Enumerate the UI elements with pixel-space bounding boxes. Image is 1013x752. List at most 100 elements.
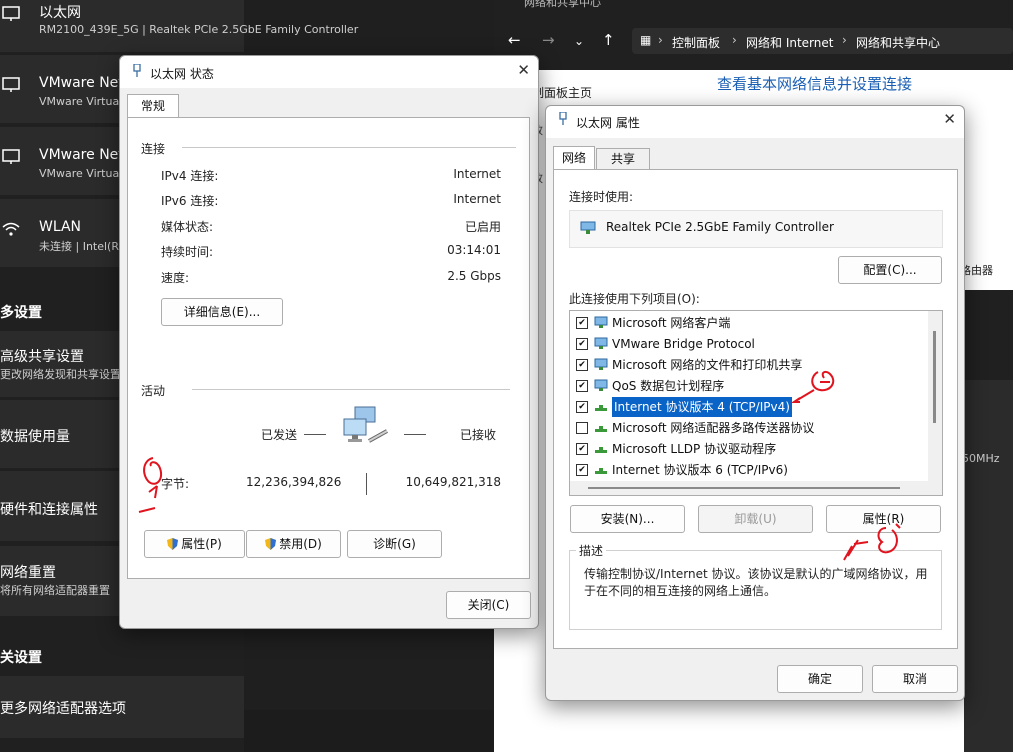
- adapter-name: Realtek PCIe 2.5GbE Family Controller: [606, 220, 834, 234]
- properties-button[interactable]: 属性(P): [144, 530, 245, 558]
- items-label: 此连接使用下列项目(O):: [569, 292, 700, 306]
- monitor-icon: [2, 149, 20, 164]
- address-bar[interactable]: ▦ › 控制面板 › 网络和 Internet › 网络和共享中心: [632, 28, 1013, 54]
- dialog-titlebar: 以太网 状态 ✕: [120, 56, 538, 88]
- back-arrow-icon[interactable]: ←: [508, 31, 521, 49]
- duration-value: 03:14:01: [447, 243, 501, 257]
- frequency-text-fragment: 50MHz: [962, 452, 1000, 465]
- checkbox-unchecked[interactable]: [576, 422, 588, 434]
- section-heading-more: 多设置: [0, 305, 42, 321]
- list-item-label: Internet 协议版本 6 (TCP/IPv6): [612, 463, 788, 477]
- breadcrumb-item[interactable]: 控制面板: [672, 34, 720, 51]
- checkbox-checked[interactable]: ✔: [576, 359, 588, 371]
- monitor-icon: [2, 77, 20, 92]
- group-label-connection: 连接: [141, 140, 170, 157]
- checkbox-checked[interactable]: ✔: [576, 464, 588, 476]
- tab-networking[interactable]: 网络: [553, 146, 595, 169]
- breadcrumb-item[interactable]: 网络和共享中心: [856, 34, 940, 51]
- connect-using-label: 连接时使用:: [569, 190, 634, 204]
- network-adapter-icon: [559, 112, 567, 125]
- checkbox-checked[interactable]: ✔: [576, 401, 588, 413]
- networking-panel: 连接时使用: Realtek PCIe 2.5GbE Family Contro…: [553, 169, 958, 649]
- disable-button[interactable]: 禁用(D): [246, 530, 341, 558]
- row-title: 硬件和连接属性: [0, 502, 98, 518]
- list-item-label: Microsoft 网络客户端: [612, 316, 731, 330]
- checkbox-checked[interactable]: ✔: [576, 380, 588, 392]
- network-computers-icon: [343, 406, 388, 443]
- forward-arrow-icon[interactable]: →: [542, 31, 555, 49]
- row-title: 更多网络适配器选项: [0, 701, 126, 717]
- configure-button[interactable]: 配置(C)...: [838, 256, 942, 284]
- speed-label: 速度:: [161, 271, 190, 285]
- item-properties-button[interactable]: 属性(R): [826, 505, 941, 533]
- tab-general[interactable]: 常规: [127, 94, 179, 117]
- bytes-received-value: 10,649,821,318: [405, 475, 501, 489]
- settings-row-more-adapters[interactable]: 更多网络适配器选项: [0, 676, 244, 738]
- list-scrollbar[interactable]: [928, 311, 942, 495]
- ok-button[interactable]: 确定: [777, 665, 863, 693]
- duration-label: 持续时间:: [161, 245, 214, 259]
- list-item-label: VMware Bridge Protocol: [612, 337, 755, 351]
- breadcrumb-item[interactable]: 网络和 Internet: [746, 34, 833, 51]
- row-subtitle: 更改网络发现和共享设置: [0, 368, 121, 381]
- network-adapter-icon: [133, 64, 141, 77]
- cancel-button[interactable]: 取消: [872, 665, 958, 693]
- background-area: [244, 710, 494, 752]
- protocol-icon: [595, 447, 607, 453]
- scrollbar-thumb[interactable]: [588, 487, 900, 489]
- settings-item-title: WLAN: [39, 219, 82, 235]
- section-heading-related: 关设置: [0, 650, 42, 666]
- network-client-icon: [594, 316, 608, 328]
- details-button[interactable]: 详细信息(E)...: [161, 298, 283, 326]
- close-icon[interactable]: ✕: [943, 110, 956, 128]
- description-text: 传输控制协议/Internet 协议。该协议是默认的广域网络协议，用于在不同的相…: [584, 567, 928, 598]
- uac-shield-icon: [167, 538, 179, 550]
- horizontal-scrollbar[interactable]: [570, 481, 928, 495]
- row-title: 网络重置: [0, 565, 56, 581]
- description-label: 描述: [576, 542, 607, 559]
- adapter-field: Realtek PCIe 2.5GbE Family Controller: [569, 210, 943, 248]
- uninstall-button: 卸载(U): [698, 505, 813, 533]
- group-label-activity: 活动: [141, 382, 170, 399]
- close-icon[interactable]: ✕: [517, 61, 530, 79]
- install-button[interactable]: 安装(N)...: [570, 505, 685, 533]
- divider: [192, 389, 510, 390]
- window-title: 网络和共享中心: [524, 0, 601, 9]
- general-panel: 连接 IPv4 连接: Internet IPv6 连接: Internet 媒…: [127, 117, 530, 579]
- network-adapter-icon: [580, 221, 596, 234]
- disable-button-label: 禁用(D): [279, 537, 322, 551]
- divider: [304, 434, 326, 435]
- explorer-toolbar: 网络和共享中心 ← → ⌄ ↑ ▦ › 控制面板 › 网络和 Internet …: [494, 0, 1013, 70]
- ethernet-properties-dialog: 以太网 属性 ✕ 网络 共享 连接时使用: Realtek PCIe 2.5Gb…: [545, 105, 965, 701]
- control-panel-home-link[interactable]: 制面板主页: [532, 84, 592, 101]
- breadcrumb-separator-icon: ›: [658, 33, 663, 47]
- settings-item-ethernet[interactable]: 以太网 RM2100_439E_5G | Realtek PCIe 2.5GbE…: [0, 0, 358, 52]
- dialog-title: 以太网 状态: [150, 67, 214, 81]
- background-area: [964, 380, 1013, 752]
- ipv4-value: Internet: [453, 167, 501, 181]
- settings-item-subtitle: 未连接 | Intel(R: [39, 240, 119, 253]
- checkbox-checked[interactable]: ✔: [576, 338, 588, 350]
- divider: [366, 473, 367, 495]
- components-list[interactable]: ✔ Microsoft 网络客户端 ✔ VMware Bridge Protocol ✔…: [569, 310, 943, 496]
- bytes-label: 字节:: [161, 477, 190, 491]
- close-button[interactable]: 关闭(C): [446, 591, 531, 619]
- page-heading: 查看基本网络信息并设置连接: [717, 75, 913, 93]
- chevron-down-icon[interactable]: ⌄: [574, 34, 584, 48]
- up-arrow-icon[interactable]: ↑: [602, 31, 615, 49]
- settings-item-subtitle: VMware Virtua: [39, 95, 120, 108]
- network-client-icon: [594, 379, 608, 391]
- tab-sharing[interactable]: 共享: [596, 148, 650, 169]
- media-state-label: 媒体状态:: [161, 220, 214, 234]
- checkbox-checked[interactable]: ✔: [576, 443, 588, 455]
- checkbox-checked[interactable]: ✔: [576, 317, 588, 329]
- settings-item-title: 以太网: [39, 5, 81, 21]
- list-item-label: Microsoft LLDP 协议驱动程序: [612, 442, 777, 456]
- dialog-titlebar: 以太网 属性 ✕: [546, 106, 964, 138]
- row-title: 高级共享设置: [0, 349, 84, 365]
- sent-label: 已发送: [261, 428, 298, 442]
- received-label: 已接收: [460, 428, 497, 442]
- list-item-label: QoS 数据包计划程序: [612, 379, 725, 393]
- diagnose-button[interactable]: 诊断(G): [347, 530, 442, 558]
- scrollbar-thumb[interactable]: [933, 331, 936, 423]
